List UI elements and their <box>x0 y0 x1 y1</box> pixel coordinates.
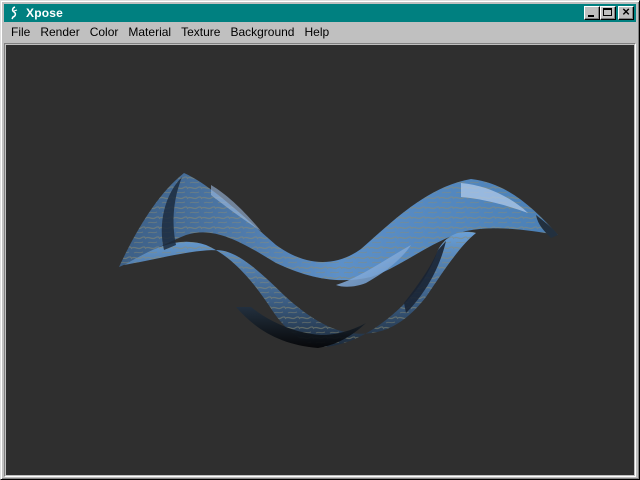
menu-help[interactable]: Help <box>299 23 334 42</box>
minimize-button[interactable] <box>584 6 600 20</box>
menu-bar: File Render Color Material Texture Backg… <box>4 23 636 42</box>
minimize-icon <box>588 15 594 17</box>
title-bar[interactable]: Xpose × <box>4 4 636 22</box>
maximize-button[interactable] <box>600 6 616 20</box>
menu-render[interactable]: Render <box>35 23 84 42</box>
menu-background[interactable]: Background <box>225 23 299 42</box>
window-title: Xpose <box>26 6 64 20</box>
render-viewport[interactable] <box>6 45 634 475</box>
menu-color[interactable]: Color <box>85 23 124 42</box>
close-icon: × <box>622 4 630 19</box>
menu-texture[interactable]: Texture <box>176 23 225 42</box>
menu-material[interactable]: Material <box>123 23 176 42</box>
xpose-app-icon[interactable] <box>6 5 22 21</box>
title-bar-buttons: × <box>584 4 634 20</box>
viewport-frame <box>4 43 636 477</box>
close-button[interactable]: × <box>618 4 634 20</box>
maximize-icon <box>603 8 612 16</box>
app-window: Xpose × File Render Color Material Textu… <box>0 0 640 480</box>
rendered-surface <box>119 173 558 348</box>
menu-file[interactable]: File <box>4 23 35 42</box>
